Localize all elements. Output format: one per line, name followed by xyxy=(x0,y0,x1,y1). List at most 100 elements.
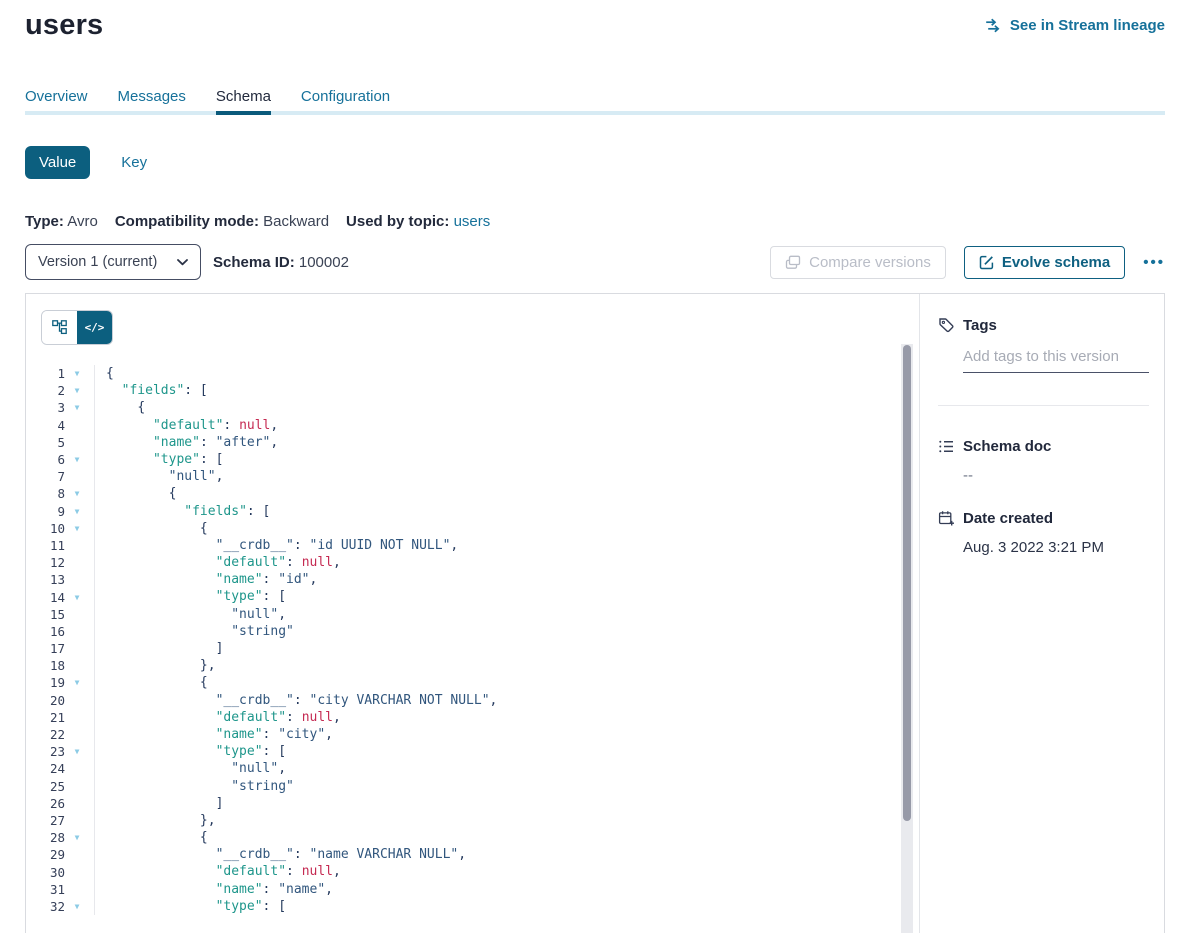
calendar-plus-icon xyxy=(938,510,955,527)
line-number: 5 xyxy=(41,435,65,450)
compatibility-mode: Compatibility mode: Backward xyxy=(115,213,329,230)
line-number: 11 xyxy=(41,538,65,553)
gutter-row: 29 xyxy=(41,846,94,863)
chevron-down-icon xyxy=(177,259,188,266)
line-number: 1 xyxy=(41,366,65,381)
fold-arrow-icon[interactable]: ▼ xyxy=(65,902,89,911)
topic-link[interactable]: users xyxy=(454,213,491,230)
fold-arrow-icon[interactable]: ▼ xyxy=(65,507,89,516)
page-header: users See in Stream lineage xyxy=(25,0,1165,42)
fold-arrow-icon[interactable]: ▼ xyxy=(65,524,89,533)
line-number: 8 xyxy=(41,486,65,501)
line-number: 13 xyxy=(41,572,65,587)
tags-heading: Tags xyxy=(938,317,1149,334)
fold-arrow-icon[interactable]: ▼ xyxy=(65,489,89,498)
gutter-row: 9▼ xyxy=(41,503,94,520)
line-number: 26 xyxy=(41,796,65,811)
gutter-row: 24 xyxy=(41,760,94,777)
fold-arrow-icon[interactable]: ▼ xyxy=(65,403,89,412)
code-area: 1▼2▼3▼456▼78▼9▼10▼11121314▼1516171819▼20… xyxy=(26,365,919,915)
line-number: 23 xyxy=(41,744,65,759)
fold-arrow-icon[interactable]: ▼ xyxy=(65,833,89,842)
tree-view-icon xyxy=(52,320,67,335)
tab-bar: Overview Messages Schema Configuration xyxy=(25,88,1165,115)
schema-type-value: Avro xyxy=(67,213,98,230)
schema-editor[interactable]: </> 1▼2▼3▼456▼78▼9▼10▼11121314▼151617181… xyxy=(26,294,919,933)
tags-input[interactable] xyxy=(963,348,1149,373)
version-actions: Compare versions Evolve schema ••• xyxy=(770,246,1165,279)
gutter-row: 18 xyxy=(41,657,94,674)
fold-arrow-icon[interactable]: ▼ xyxy=(65,386,89,395)
used-by-topic-label: Used by topic: xyxy=(346,213,449,230)
stream-lineage-link[interactable]: See in Stream lineage xyxy=(985,17,1165,34)
code-line: "fields": [ xyxy=(106,503,497,520)
code-line: "default": null, xyxy=(106,554,497,571)
version-select[interactable]: Version 1 (current) xyxy=(25,244,201,280)
line-number: 18 xyxy=(41,658,65,673)
fold-arrow-icon[interactable]: ▼ xyxy=(65,455,89,464)
gutter-row: 21 xyxy=(41,709,94,726)
fold-arrow-icon[interactable]: ▼ xyxy=(65,747,89,756)
evolve-schema-button[interactable]: Evolve schema xyxy=(964,246,1125,279)
schema-id: Schema ID: 100002 xyxy=(213,254,349,271)
code-view-button[interactable]: </> xyxy=(77,311,112,344)
date-created-value: Aug. 3 2022 3:21 PM xyxy=(963,539,1149,556)
line-number: 6 xyxy=(41,452,65,467)
gutter-row: 11 xyxy=(41,537,94,554)
value-toggle-button[interactable]: Value xyxy=(25,146,90,179)
gutter-row: 22 xyxy=(41,726,94,743)
code-line: "default": null, xyxy=(106,709,497,726)
code-line: "null", xyxy=(106,468,497,485)
code-line: "default": null, xyxy=(106,417,497,434)
schema-doc-value: -- xyxy=(963,467,1149,484)
more-options-button[interactable]: ••• xyxy=(1143,254,1165,271)
gutter-row: 31 xyxy=(41,881,94,898)
code-line: "type": [ xyxy=(106,451,497,468)
code-line: "fields": [ xyxy=(106,382,497,399)
tab-underline-track xyxy=(25,111,1165,115)
gutter-row: 17 xyxy=(41,640,94,657)
line-number: 30 xyxy=(41,865,65,880)
line-number: 9 xyxy=(41,504,65,519)
line-number: 28 xyxy=(41,830,65,845)
compare-versions-button[interactable]: Compare versions xyxy=(770,246,946,279)
gutter: 1▼2▼3▼456▼78▼9▼10▼11121314▼1516171819▼20… xyxy=(26,365,95,915)
line-number: 2 xyxy=(41,383,65,398)
line-number: 24 xyxy=(41,761,65,776)
compatibility-value: Backward xyxy=(263,213,329,230)
code-line: "name": "id", xyxy=(106,571,497,588)
tree-view-button[interactable] xyxy=(42,311,77,344)
tag-icon xyxy=(938,317,955,334)
fold-arrow-icon[interactable]: ▼ xyxy=(65,369,89,378)
code-line: "type": [ xyxy=(106,743,497,760)
gutter-row: 4 xyxy=(41,417,94,434)
line-number: 29 xyxy=(41,847,65,862)
code-line: }, xyxy=(106,812,497,829)
line-number: 10 xyxy=(41,521,65,536)
code-line: { xyxy=(106,399,497,416)
used-by-topic: Used by topic: users xyxy=(346,213,490,230)
key-toggle-button[interactable]: Key xyxy=(115,153,153,172)
schema-id-value: 100002 xyxy=(299,254,349,271)
gutter-row: 2▼ xyxy=(41,382,94,399)
stream-lineage-icon xyxy=(985,18,1002,33)
gutter-row: 1▼ xyxy=(41,365,94,382)
gutter-row: 8▼ xyxy=(41,485,94,502)
editor-scrollbar[interactable] xyxy=(901,344,913,933)
view-toggle: </> xyxy=(41,310,113,345)
gutter-row: 15 xyxy=(41,606,94,623)
value-key-toggle: Value Key xyxy=(25,146,1165,179)
fold-arrow-icon[interactable]: ▼ xyxy=(65,678,89,687)
code-line: ] xyxy=(106,640,497,657)
gutter-row: 26 xyxy=(41,795,94,812)
code-line: { xyxy=(106,674,497,691)
code-line: "string" xyxy=(106,778,497,795)
scrollbar-thumb[interactable] xyxy=(903,345,911,821)
gutter-row: 7 xyxy=(41,468,94,485)
tab-schema[interactable]: Schema xyxy=(216,88,271,115)
fold-arrow-icon[interactable]: ▼ xyxy=(65,593,89,602)
gutter-row: 3▼ xyxy=(41,399,94,416)
code-lines: { "fields": [ { "default": null, "name":… xyxy=(95,365,497,915)
gutter-row: 32▼ xyxy=(41,898,94,915)
gutter-row: 23▼ xyxy=(41,743,94,760)
